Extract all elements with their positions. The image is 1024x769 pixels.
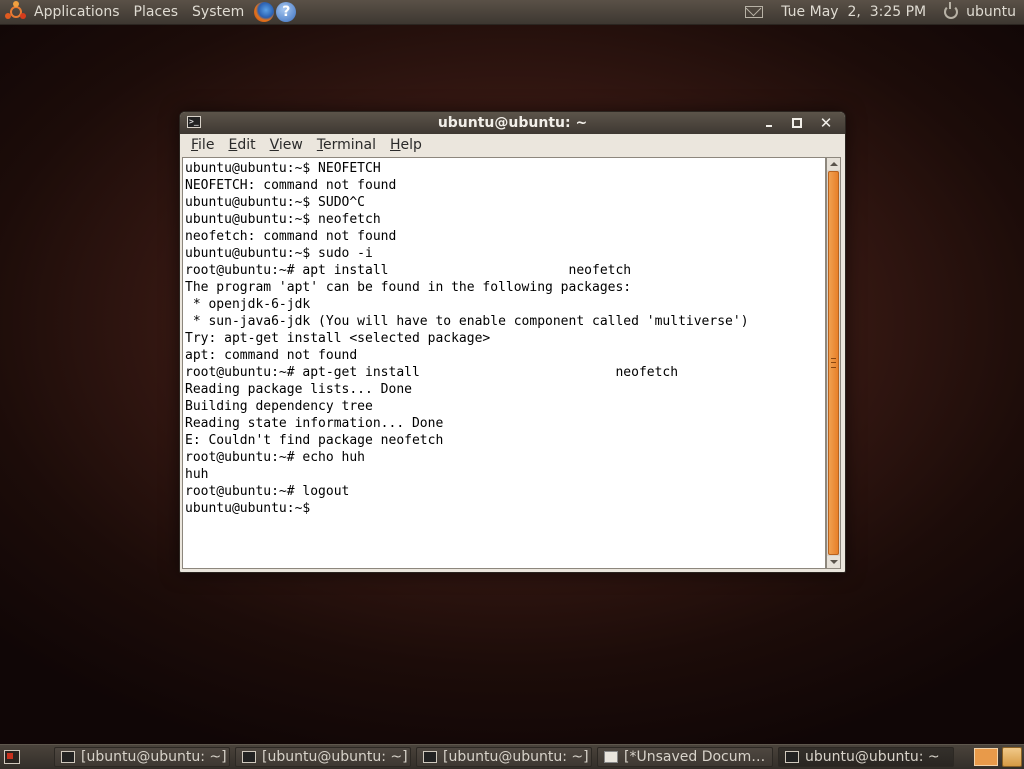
maximize-button[interactable] (789, 115, 805, 131)
menu-bar: File Edit View Terminal Help (180, 134, 845, 156)
applications-menu[interactable]: Applications (30, 0, 124, 24)
user-name[interactable]: ubuntu (962, 0, 1024, 24)
help-icon[interactable]: ? (276, 2, 297, 22)
vertical-scrollbar[interactable] (826, 157, 841, 569)
taskbar-item[interactable]: [*Unsaved Docume... (597, 747, 773, 767)
taskbar-item[interactable]: [ubuntu@ubuntu: ~] (54, 747, 230, 767)
scroll-up-button[interactable] (827, 158, 840, 170)
places-menu[interactable]: Places (130, 0, 183, 24)
window-titlebar[interactable]: >_ ubuntu@ubuntu: ~ ✕ (180, 112, 845, 134)
mail-icon[interactable] (745, 6, 764, 18)
clock[interactable]: Tue May 2, 3:25 PM (777, 0, 930, 24)
terminal-output-area[interactable]: ubuntu@ubuntu:~$ NEOFETCH NEOFETCH: comm… (182, 157, 826, 569)
menu-view[interactable]: View (263, 137, 310, 153)
terminal-icon (61, 751, 75, 763)
terminal-icon (785, 751, 799, 763)
minimize-button[interactable] (761, 115, 777, 131)
terminal-window: >_ ubuntu@ubuntu: ~ ✕ File Edit View Ter… (179, 111, 846, 573)
document-icon (604, 751, 618, 763)
terminal-text[interactable]: ubuntu@ubuntu:~$ NEOFETCH NEOFETCH: comm… (183, 158, 825, 517)
grip-icon (831, 358, 836, 368)
menu-file[interactable]: File (184, 137, 221, 153)
show-desktop-button[interactable] (4, 750, 20, 764)
bottom-panel: [ubuntu@ubuntu: ~] [ubuntu@ubuntu: ~] [u… (0, 744, 1024, 769)
ubuntu-logo-icon[interactable] (5, 1, 26, 22)
close-button[interactable]: ✕ (818, 115, 834, 131)
menu-edit[interactable]: Edit (221, 137, 262, 153)
taskbar-item[interactable]: [ubuntu@ubuntu: ~] (235, 747, 411, 767)
arrow-down-icon (829, 560, 838, 564)
scrollbar-thumb[interactable] (828, 171, 839, 555)
workspace-switcher[interactable] (974, 748, 998, 766)
menu-terminal[interactable]: Terminal (310, 137, 383, 153)
trash-icon[interactable] (1002, 747, 1022, 767)
taskbar-item[interactable]: [ubuntu@ubuntu: ~] (416, 747, 592, 767)
taskbar-item-active[interactable]: ubuntu@ubuntu: ~ (778, 747, 954, 767)
window-title: ubuntu@ubuntu: ~ (437, 115, 588, 131)
scroll-down-button[interactable] (827, 556, 840, 568)
power-icon[interactable] (944, 2, 959, 19)
system-menu[interactable]: System (188, 0, 248, 24)
terminal-icon (242, 751, 256, 763)
terminal-icon (423, 751, 437, 763)
firefox-icon[interactable] (254, 2, 275, 22)
menu-help[interactable]: Help (383, 137, 429, 153)
arrow-up-icon (829, 162, 838, 166)
top-panel: Applications Places System ? Tue May 2, … (0, 0, 1024, 25)
